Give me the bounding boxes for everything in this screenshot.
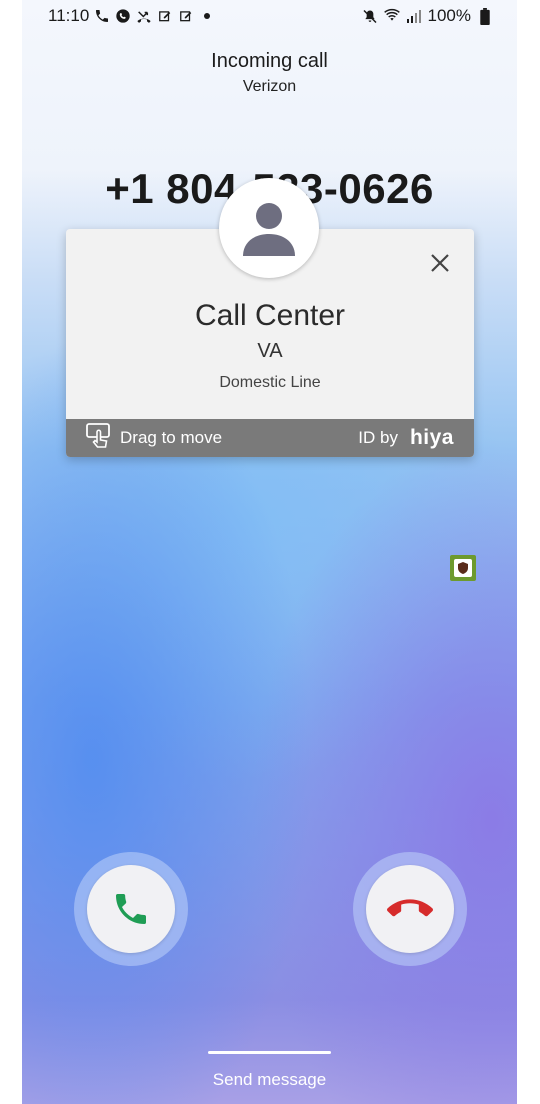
caller-name: Call Center bbox=[194, 299, 346, 332]
whatsapp-icon bbox=[115, 8, 131, 24]
decline-call-button[interactable] bbox=[353, 852, 467, 966]
edit-note-icon bbox=[178, 8, 194, 24]
phone-accept-icon bbox=[116, 894, 146, 924]
close-card-button[interactable] bbox=[428, 251, 452, 275]
send-message-button[interactable]: Send message bbox=[22, 1070, 517, 1090]
card-footer: Drag to move ID by hiya bbox=[66, 419, 474, 457]
floating-app-badge[interactable] bbox=[450, 555, 476, 581]
caller-region: VA bbox=[257, 340, 283, 362]
status-bar: 11:10 100% bbox=[48, 4, 493, 28]
caller-avatar bbox=[219, 178, 319, 278]
drag-label: Drag to move bbox=[120, 428, 223, 447]
battery-percent: 100% bbox=[427, 6, 471, 25]
wifi-icon bbox=[383, 8, 400, 24]
id-by-attribution: ID by hiya bbox=[358, 426, 454, 450]
phone-icon bbox=[94, 8, 110, 24]
drag-handle[interactable]: Drag to move bbox=[86, 422, 223, 454]
decline-button-core[interactable] bbox=[366, 865, 454, 953]
dot-icon bbox=[199, 8, 215, 24]
status-time: 11:10 bbox=[48, 6, 90, 25]
drag-hand-icon bbox=[86, 422, 112, 454]
mute-icon bbox=[362, 8, 378, 24]
battery-icon bbox=[477, 7, 493, 25]
id-by-label: ID by bbox=[358, 428, 398, 447]
person-icon bbox=[243, 203, 295, 256]
accept-call-button[interactable] bbox=[74, 852, 188, 966]
signal-icon bbox=[406, 8, 422, 24]
caller-line-type: Domestic Line bbox=[219, 374, 321, 391]
phone-hangup-icon bbox=[387, 899, 433, 917]
hiya-logo: hiya bbox=[409, 426, 454, 449]
edit-note-icon bbox=[157, 8, 173, 24]
incoming-call-screen: 11:10 100% Incoming call Verizon +1 Call… bbox=[22, 0, 517, 1104]
missed-call-icon bbox=[136, 8, 152, 24]
close-icon bbox=[431, 254, 449, 272]
accept-button-core[interactable] bbox=[87, 865, 175, 953]
call-status-title: Incoming call bbox=[211, 50, 328, 72]
swipe-up-indicator[interactable] bbox=[208, 1051, 331, 1054]
carrier-label: Verizon bbox=[242, 78, 297, 95]
shield-icon bbox=[458, 562, 468, 574]
